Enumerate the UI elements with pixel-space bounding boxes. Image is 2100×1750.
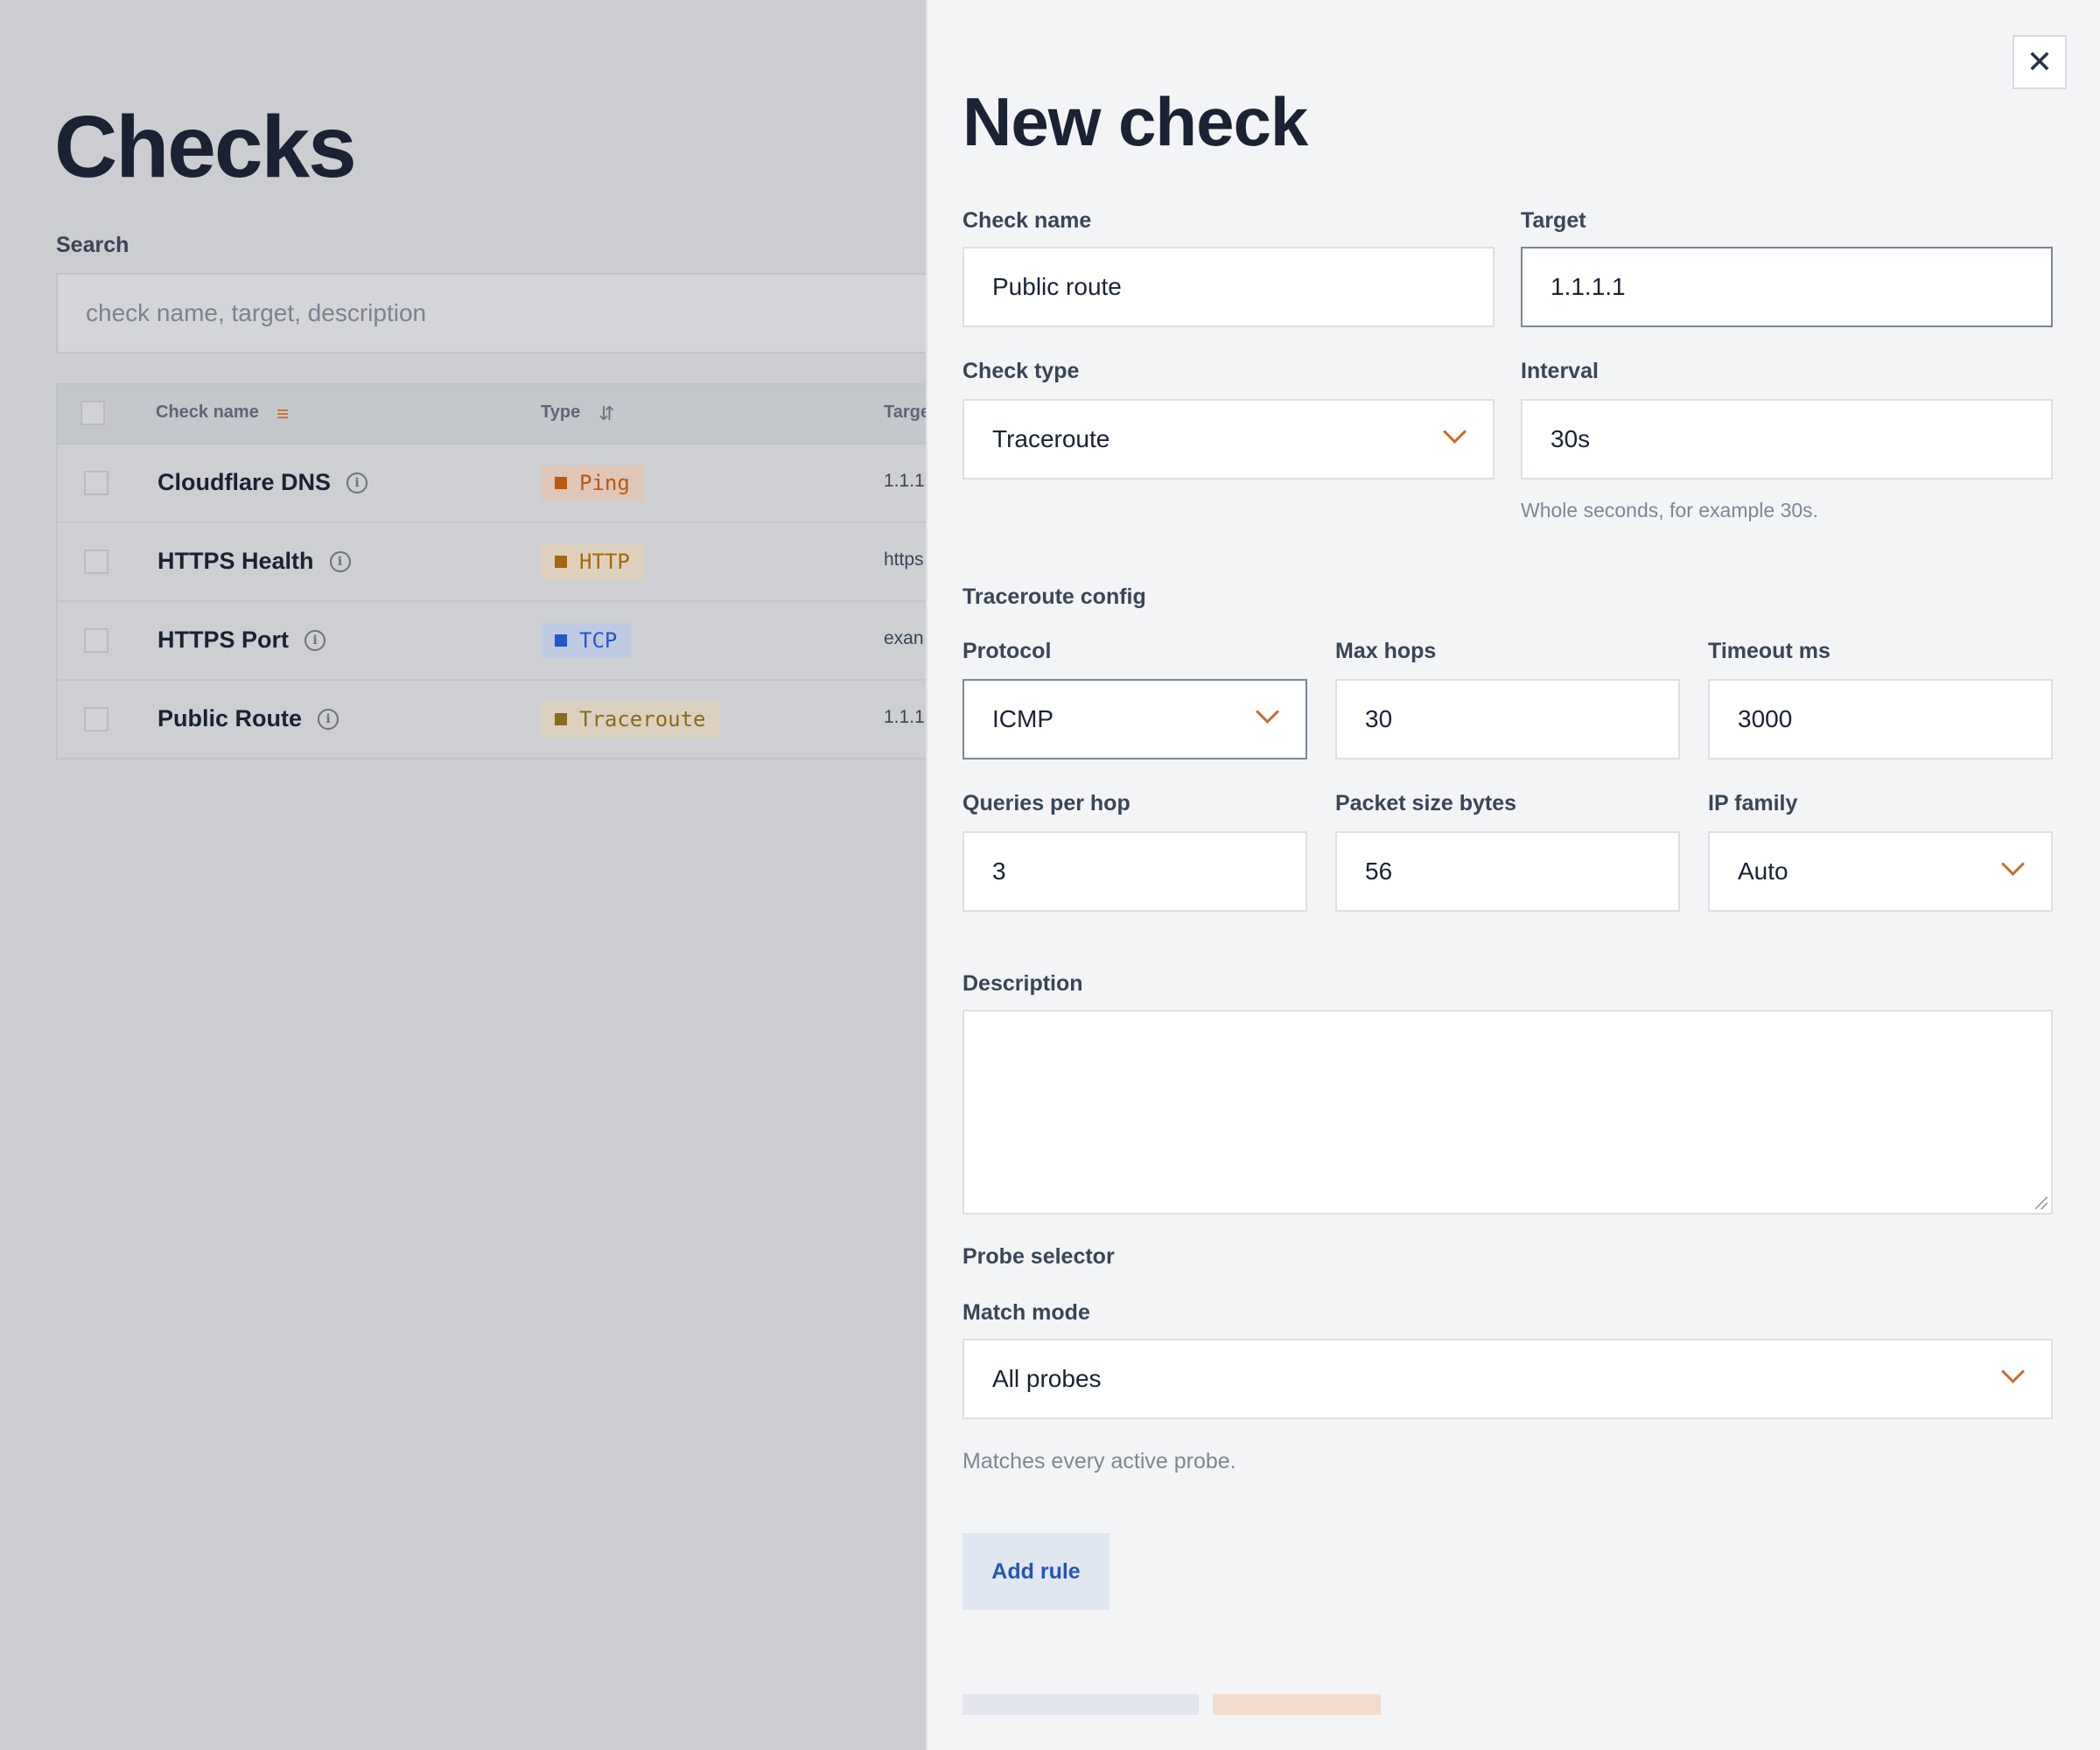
panel-title: New check <box>962 83 1308 160</box>
page-title: Checks <box>54 98 357 196</box>
max-hops-label: Max hops <box>1335 639 1437 663</box>
table-row[interactable]: Public Route i Traceroute 1.1.1.1 <box>58 681 926 758</box>
row-check-name: HTTPS Health <box>158 548 314 574</box>
row-target: 1.1.1.1 <box>884 707 926 727</box>
chevron-down-icon <box>2001 852 2025 876</box>
type-badge-http: HTTP <box>541 544 644 579</box>
queries-input[interactable]: 3 <box>962 831 1307 912</box>
chevron-down-icon <box>1256 700 1279 724</box>
row-target: https <box>884 550 924 570</box>
check-type-select[interactable]: Traceroute <box>962 399 1494 480</box>
row-checkbox[interactable] <box>84 628 108 653</box>
sort-both-icon[interactable]: ⇵ <box>598 404 614 424</box>
badge-label: Ping <box>579 471 630 495</box>
checks-table: Check name ≡ Type ⇵ Targe Cloudflare DNS… <box>56 383 926 760</box>
info-icon[interactable]: i <box>346 472 368 494</box>
row-target: 1.1.1.1 <box>884 471 926 491</box>
row-check-name: Public Route <box>158 705 303 732</box>
type-badge-ping: Ping <box>541 466 644 500</box>
table-row[interactable]: HTTPS Health i HTTP https <box>58 523 926 602</box>
badge-square-icon <box>555 713 567 725</box>
checks-page: Checks Search Check name ≡ Type ⇵ Targe … <box>0 0 926 1750</box>
interval-hint: Whole seconds, for example 30s. <box>1521 499 1819 522</box>
row-check-name: Cloudflare DNS <box>158 469 332 495</box>
description-textarea[interactable] <box>962 1010 2053 1214</box>
ip-family-select[interactable]: Auto <box>1708 831 2053 912</box>
timeout-input[interactable]: 3000 <box>1708 679 2053 760</box>
target-input[interactable]: 1.1.1.1 <box>1521 247 2053 327</box>
check-type-label: Check type <box>962 359 1080 383</box>
check-name-label: Check name <box>962 208 1092 233</box>
target-value: 1.1.1.1 <box>1550 273 1626 300</box>
check-name-value: Public route <box>992 273 1122 300</box>
footer-primary-button[interactable] <box>1213 1694 1381 1715</box>
resize-grip-icon[interactable] <box>2035 1197 2048 1209</box>
match-mode-label: Match mode <box>962 1300 1090 1325</box>
info-icon[interactable]: i <box>318 708 340 730</box>
type-badge-tcp: TCP <box>541 623 632 658</box>
column-header-type[interactable]: Type <box>541 402 580 423</box>
badge-square-icon <box>555 634 567 647</box>
close-icon: ✕ <box>2026 44 2054 80</box>
timeout-value: 3000 <box>1738 705 1793 732</box>
interval-input[interactable]: 30s <box>1521 399 2053 480</box>
row-check-name: HTTPS Port <box>158 626 290 653</box>
row-checkbox[interactable] <box>84 471 108 495</box>
footer-secondary-button[interactable] <box>962 1694 1199 1715</box>
table-row[interactable]: HTTPS Port i TCP exan <box>58 602 926 681</box>
check-type-value: Traceroute <box>992 425 1110 452</box>
info-icon[interactable]: i <box>329 550 351 572</box>
row-checkbox[interactable] <box>84 707 108 732</box>
row-target: exan <box>884 628 924 648</box>
ip-family-value: Auto <box>1738 858 1788 885</box>
table-row[interactable]: Cloudflare DNS i Ping 1.1.1.1 <box>58 444 926 523</box>
queries-value: 3 <box>992 858 1006 885</box>
packet-size-value: 56 <box>1365 858 1393 885</box>
protocol-select[interactable]: ICMP <box>962 679 1307 760</box>
packet-size-label: Packet size bytes <box>1335 791 1517 816</box>
search-label: Search <box>56 233 130 257</box>
match-mode-hint: Matches every active probe. <box>962 1449 1236 1474</box>
type-badge-traceroute: Traceroute <box>541 702 720 737</box>
check-name-input[interactable]: Public route <box>962 247 1494 327</box>
max-hops-input[interactable]: 30 <box>1335 679 1680 760</box>
chevron-down-icon <box>1443 420 1466 444</box>
select-all-checkbox[interactable] <box>80 401 105 425</box>
close-button[interactable]: ✕ <box>2012 35 2067 89</box>
table-header: Check name ≡ Type ⇵ Targe <box>58 385 926 444</box>
timeout-label: Timeout ms <box>1708 639 1830 663</box>
ip-family-label: IP family <box>1708 791 1798 816</box>
protocol-label: Protocol <box>962 639 1052 663</box>
badge-square-icon <box>555 556 567 568</box>
badge-label: Traceroute <box>579 707 706 732</box>
target-label: Target <box>1521 208 1586 233</box>
search-input[interactable] <box>56 273 926 354</box>
badge-label: TCP <box>579 628 618 653</box>
match-mode-value: All probes <box>992 1365 1102 1392</box>
new-check-panel: ✕ New check Check name Public route Targ… <box>926 0 2100 1750</box>
interval-value: 30s <box>1550 425 1591 452</box>
sort-descending-icon[interactable]: ≡ <box>276 404 289 425</box>
queries-label: Queries per hop <box>962 791 1130 816</box>
badge-square-icon <box>555 477 567 489</box>
info-icon[interactable]: i <box>304 629 326 651</box>
column-header-target[interactable]: Targe <box>884 402 926 423</box>
row-checkbox[interactable] <box>84 550 108 574</box>
probe-section-title: Probe selector <box>962 1244 1115 1269</box>
match-mode-select[interactable]: All probes <box>962 1339 2053 1419</box>
add-rule-button[interactable]: Add rule <box>962 1533 1110 1610</box>
max-hops-value: 30 <box>1365 705 1393 732</box>
badge-label: HTTP <box>579 550 630 574</box>
interval-label: Interval <box>1521 359 1599 383</box>
packet-size-input[interactable]: 56 <box>1335 831 1680 912</box>
column-header-check-name[interactable]: Check name <box>156 402 259 423</box>
traceroute-section-title: Traceroute config <box>962 584 1146 609</box>
description-label: Description <box>962 971 1083 996</box>
protocol-value: ICMP <box>992 705 1054 732</box>
chevron-down-icon <box>2001 1360 2025 1383</box>
